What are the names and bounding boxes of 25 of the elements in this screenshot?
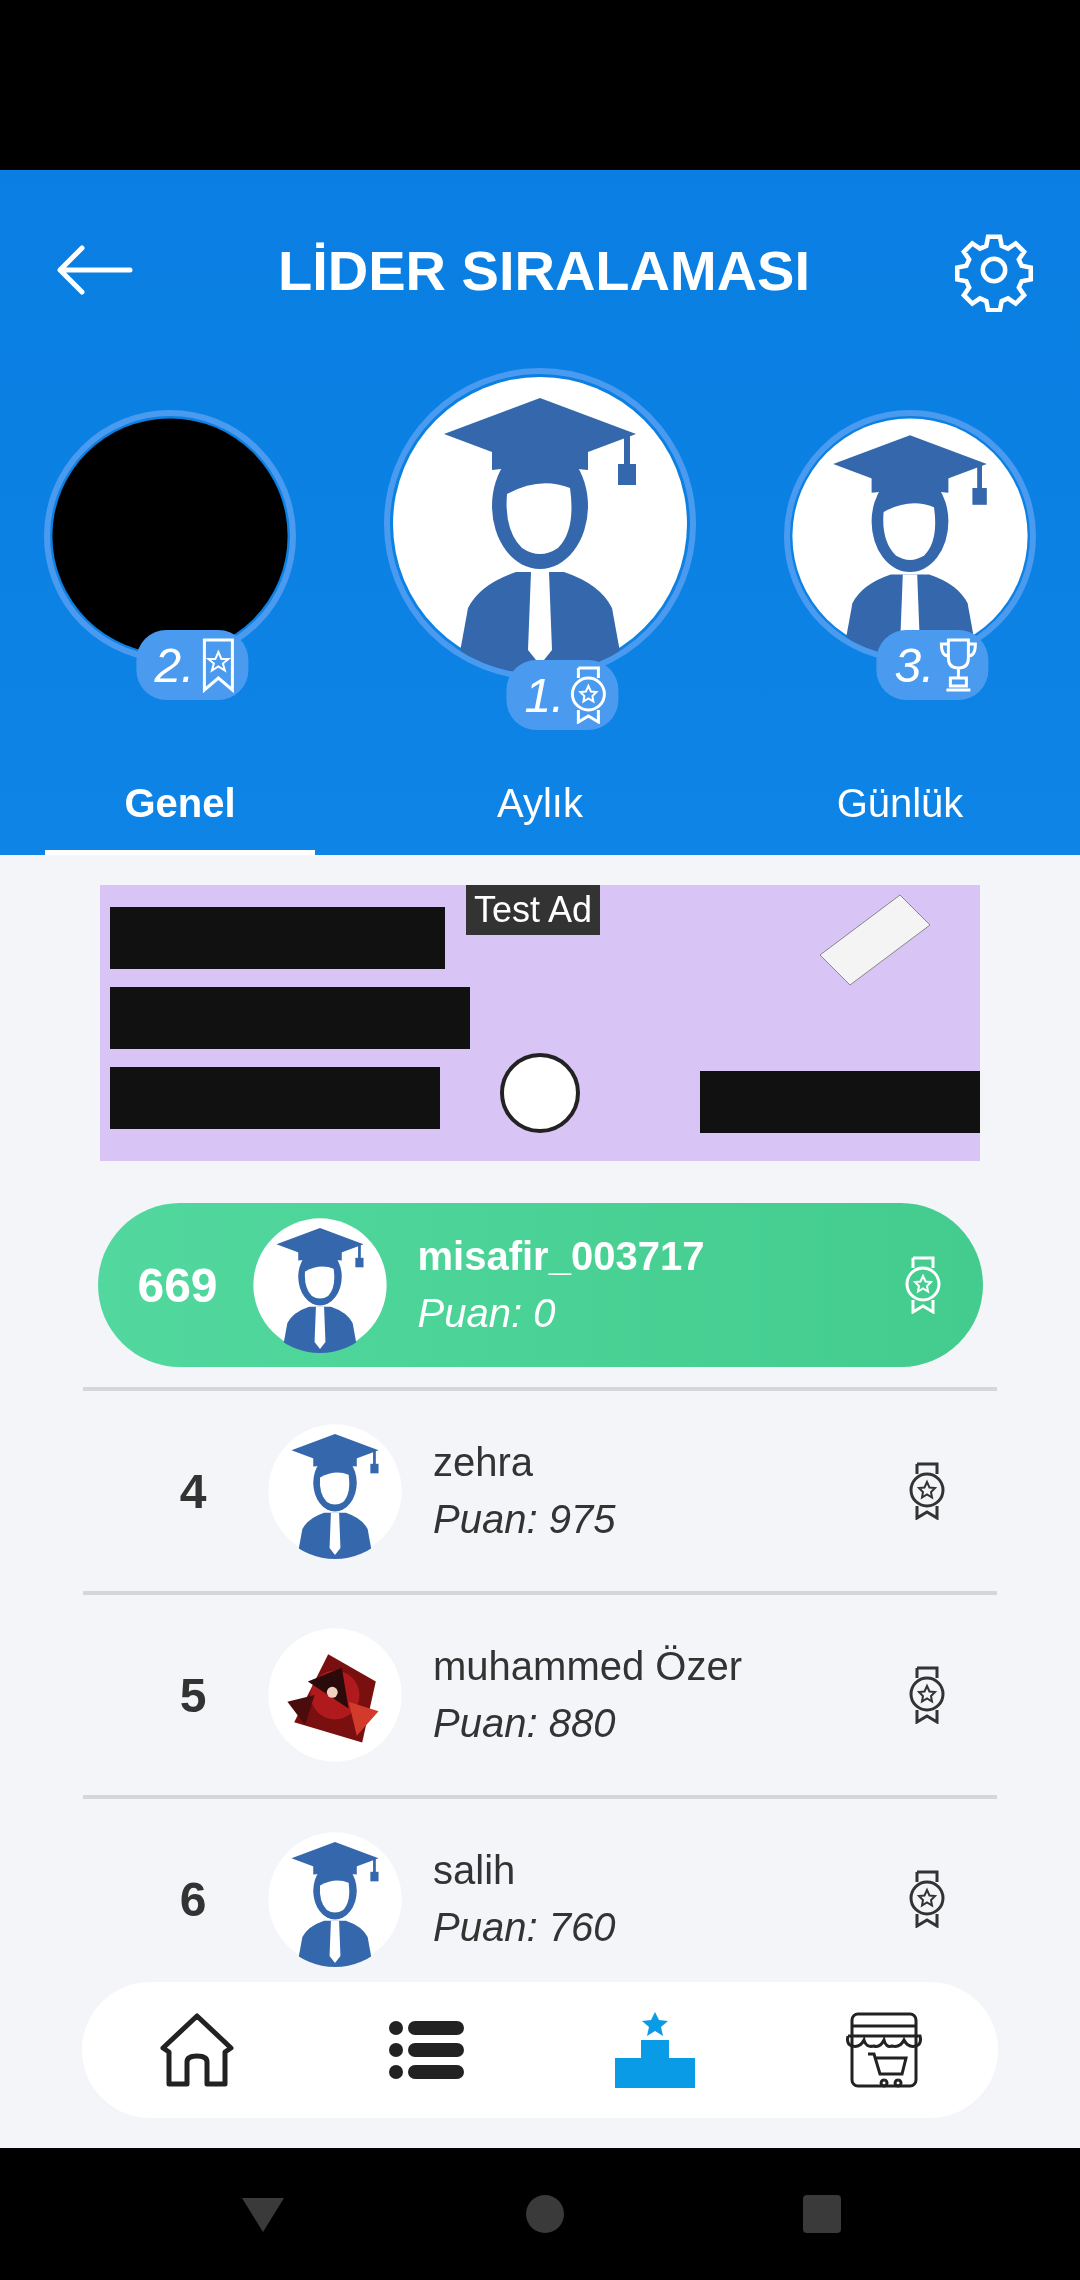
user-name: muhammed Özer <box>433 1644 743 1689</box>
trophy-icon <box>938 636 979 694</box>
rank-number: 4 <box>178 1463 208 1519</box>
rank-number: 3. <box>894 637 935 693</box>
user-name: salih <box>433 1848 517 1893</box>
score-text: Puan: 0 <box>417 1291 557 1336</box>
screen-title: LİDER SIRALAMASI <box>278 237 810 303</box>
rank-number: 2. <box>154 637 195 693</box>
score-text: Puan: 975 <box>433 1497 617 1542</box>
rank-number: 6 <box>178 1871 208 1927</box>
rank-number: 5 <box>178 1667 208 1723</box>
score-text: Puan: 880 <box>433 1701 617 1746</box>
score-text: Puan: 760 <box>433 1905 617 1950</box>
tab[interactable]: Aylık <box>405 761 675 855</box>
rank-number: 1. <box>524 667 565 723</box>
medal-icon <box>907 1462 947 1520</box>
tab[interactable]: Günlük <box>765 761 1035 855</box>
rank-number: 669 <box>136 1257 219 1313</box>
medal-icon <box>907 1870 947 1928</box>
medal-icon <box>568 666 609 724</box>
tab[interactable]: Genel <box>45 761 315 855</box>
user-name: zehra <box>433 1440 535 1485</box>
ad-label: Test Ad <box>466 885 601 935</box>
medal-icon <box>907 1666 947 1724</box>
user-name: misafir_003717 <box>417 1234 706 1279</box>
